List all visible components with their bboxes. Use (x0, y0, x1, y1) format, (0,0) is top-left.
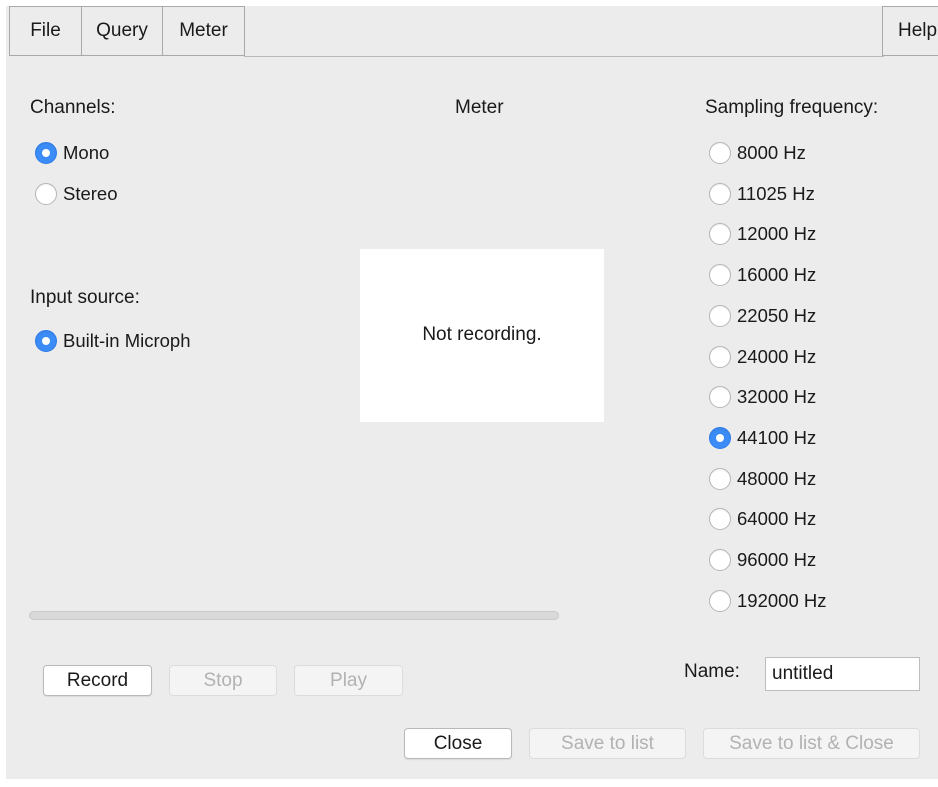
radio-label: 22050 Hz (737, 304, 817, 326)
sampling-option-16000-hz[interactable]: 16000 Hz (709, 262, 816, 288)
radio-label: 16000 Hz (737, 264, 817, 286)
recording-progress-bar (29, 611, 559, 620)
radio-button[interactable] (709, 589, 731, 612)
sampling-option-32000-hz[interactable]: 32000 Hz (709, 384, 816, 410)
channels-label: Channels: (30, 97, 116, 118)
sampling-option-192000-hz[interactable]: 192000 Hz (709, 588, 826, 614)
input-source-option-builtin-mic[interactable]: Built-in Microph (35, 328, 191, 354)
sampling-option-12000-hz[interactable]: 12000 Hz (709, 221, 816, 247)
stop-button[interactable]: Stop (169, 665, 277, 696)
save-to-list-and-close-button[interactable]: Save to list & Close (703, 728, 920, 759)
name-input[interactable] (765, 657, 920, 691)
channels-option-stereo[interactable]: Stereo (35, 181, 118, 207)
radio-label: 24000 Hz (737, 345, 817, 367)
radio-label: Mono (63, 142, 110, 163)
radio-button[interactable] (709, 345, 731, 368)
window-left-edge (0, 0, 6, 787)
radio-button[interactable] (709, 508, 731, 531)
window-bottom-edge (0, 779, 938, 787)
radio-button[interactable] (709, 142, 731, 164)
radio-button[interactable] (709, 223, 731, 246)
radio-label: 8000 Hz (737, 142, 806, 163)
radio-button[interactable] (709, 264, 731, 287)
meter-status-text: Not recording. (422, 324, 542, 345)
radio-label: Built-in Microph (63, 330, 191, 351)
sampling-option-24000-hz[interactable]: 24000 Hz (709, 344, 816, 370)
sampling-option-22050-hz[interactable]: 22050 Hz (709, 303, 816, 329)
radio-label: 64000 Hz (737, 508, 817, 530)
radio-button[interactable] (709, 549, 731, 571)
menubar-divider (244, 56, 884, 57)
sampling-option-8000-hz[interactable]: 8000 Hz (709, 140, 806, 166)
radio-button[interactable] (709, 304, 731, 327)
menu-query[interactable]: Query (81, 6, 163, 56)
close-button[interactable]: Close (404, 728, 512, 759)
menu-file[interactable]: File (9, 6, 82, 56)
input-source-label: Input source: (30, 287, 140, 308)
sampling-option-11025-hz[interactable]: 11025 Hz (709, 181, 815, 207)
radio-label: 44100 Hz (737, 426, 817, 448)
radio-button[interactable] (709, 426, 731, 449)
meter-title: Meter (455, 97, 504, 118)
radio-label: Stereo (63, 183, 118, 204)
radio-label: 48000 Hz (737, 467, 817, 489)
radio-label: 96000 Hz (737, 549, 817, 570)
save-to-list-button[interactable]: Save to list (529, 728, 686, 759)
radio-label: 32000 Hz (737, 386, 817, 408)
name-label: Name: (684, 661, 740, 682)
menu-help[interactable]: Help (882, 6, 938, 56)
radio-button[interactable] (35, 142, 57, 164)
meter-display: Not recording. (360, 249, 604, 422)
sampling-option-64000-hz[interactable]: 64000 Hz (709, 506, 816, 532)
radio-button[interactable] (709, 467, 731, 490)
menu-meter[interactable]: Meter (162, 6, 245, 56)
sampling-option-96000-hz[interactable]: 96000 Hz (709, 547, 816, 573)
radio-label: 11025 Hz (737, 182, 815, 204)
radio-button[interactable] (709, 182, 731, 205)
play-button[interactable]: Play (294, 665, 403, 696)
sampling-option-44100-hz[interactable]: 44100 Hz (709, 425, 816, 451)
radio-label: 12000 Hz (737, 223, 817, 245)
radio-button[interactable] (709, 386, 731, 409)
record-button[interactable]: Record (43, 665, 152, 696)
radio-label: 192000 Hz (737, 589, 827, 611)
sampling-option-48000-hz[interactable]: 48000 Hz (709, 466, 816, 492)
sampling-frequency-label: Sampling frequency: (705, 97, 879, 118)
radio-button[interactable] (35, 183, 57, 205)
radio-button[interactable] (35, 330, 57, 352)
channels-option-mono[interactable]: Mono (35, 140, 109, 166)
